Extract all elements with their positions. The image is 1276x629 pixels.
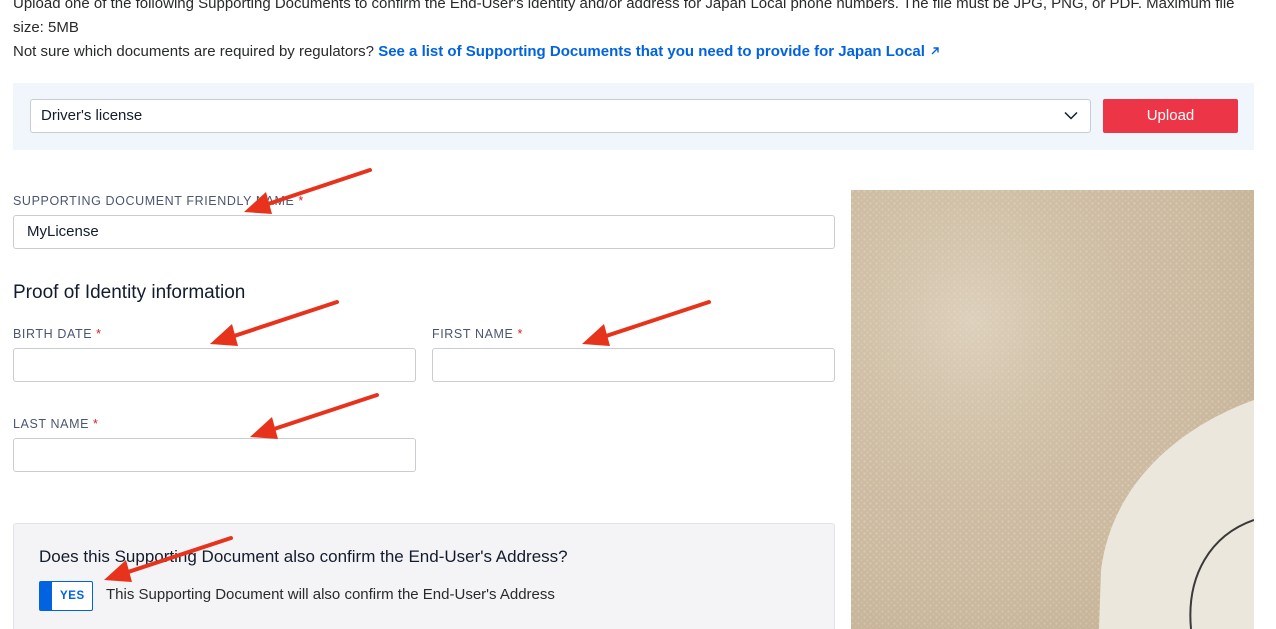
birth-date-label: BIRTH DATE * [13, 327, 102, 341]
toggle-knob [40, 582, 52, 610]
supporting-documents-link-text: See a list of Supporting Documents that … [378, 43, 925, 60]
upload-button[interactable]: Upload [1103, 99, 1238, 133]
required-marker: * [298, 194, 304, 208]
address-confirmation-toggle[interactable]: YES [39, 581, 93, 611]
annotation-arrow [598, 300, 711, 340]
required-marker: * [517, 327, 523, 341]
address-confirmation-panel: Does this Supporting Document also confi… [13, 523, 835, 629]
required-marker: * [93, 417, 99, 431]
first-name-label-text: FIRST NAME [432, 327, 514, 341]
annotation-arrowhead [582, 324, 610, 346]
document-preview-image [851, 190, 1254, 629]
requirements-help: Not sure which documents are required by… [13, 40, 1243, 64]
external-link-icon [931, 47, 939, 55]
annotation-arrowhead [210, 324, 238, 346]
friendly-name-label: SUPPORTING DOCUMENT FRIENDLY NAME * [13, 194, 304, 208]
instructions-text: Upload one of the following Supporting D… [13, 0, 1235, 12]
friendly-name-input[interactable]: MyLicense [13, 215, 835, 249]
requirements-question: Not sure which documents are required by… [13, 43, 375, 60]
birth-date-input[interactable] [13, 348, 416, 382]
first-name-input[interactable] [432, 348, 835, 382]
last-name-input[interactable] [13, 438, 416, 472]
annotation-arrowhead [250, 417, 278, 439]
address-confirmation-description: This Supporting Document will also confi… [106, 586, 555, 603]
friendly-name-value: MyLicense [27, 223, 99, 240]
proof-of-identity-title: Proof of Identity information [13, 282, 246, 303]
toggle-yes-label: YES [60, 590, 85, 602]
upload-panel: Driver's license Upload [13, 83, 1254, 150]
instructions-text-continued: size: 5MB [13, 19, 79, 36]
instructions: Upload one of the following Supporting D… [13, 0, 1243, 64]
document-type-value: Driver's license [41, 107, 143, 124]
annotation-arrow [226, 300, 339, 340]
first-name-label: FIRST NAME * [432, 327, 523, 341]
document-photo [851, 190, 1254, 629]
last-name-label-text: LAST NAME [13, 417, 90, 431]
supporting-documents-link[interactable]: See a list of Supporting Documents that … [378, 43, 940, 60]
required-marker: * [96, 327, 102, 341]
chevron-down-icon [1064, 111, 1078, 120]
last-name-label: LAST NAME * [13, 417, 99, 431]
address-confirmation-question: Does this Supporting Document also confi… [39, 547, 568, 566]
document-type-select[interactable]: Driver's license [30, 99, 1091, 133]
friendly-name-label-text: SUPPORTING DOCUMENT FRIENDLY NAME [13, 194, 295, 208]
annotation-arrow [266, 393, 379, 433]
birth-date-label-text: BIRTH DATE [13, 327, 93, 341]
